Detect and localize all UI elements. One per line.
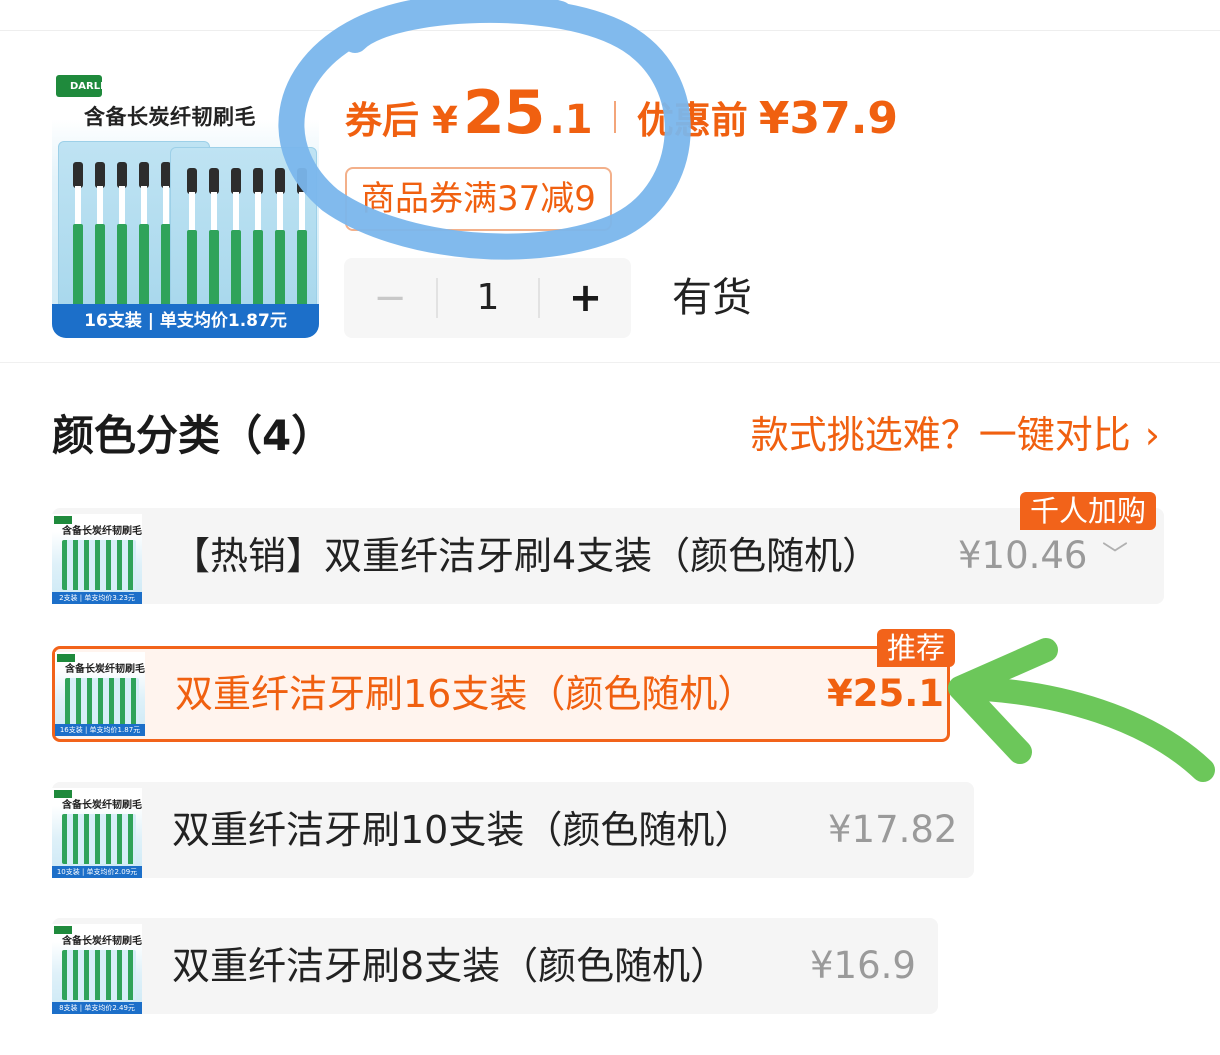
section-divider bbox=[0, 362, 1220, 363]
product-image-caption: 16支装 | 单支均价1.87元 bbox=[52, 304, 319, 338]
thumbnail-caption: 16支装 | 单支均价1.87元 bbox=[55, 724, 145, 736]
before-discount-price: ¥37.9 bbox=[758, 93, 899, 144]
quantity-input[interactable]: 1 bbox=[438, 258, 538, 338]
popular-badge: 千人加购 bbox=[1020, 492, 1157, 530]
thumbnail-headline: 含备长炭纤韧刷毛 bbox=[62, 936, 142, 947]
sku-option-name: 双重纤洁牙刷10支装（颜色随机） bbox=[172, 808, 753, 852]
quantity-minus-button[interactable]: − bbox=[344, 258, 436, 338]
after-coupon-label: 券后 bbox=[345, 99, 419, 142]
sku-option-price: ¥16.9 bbox=[810, 944, 916, 987]
compare-styles-label: 款式挑选难？一键对比 bbox=[750, 413, 1131, 457]
product-main-image[interactable]: DARLIE 好来 含备长炭纤韧刷毛 16支装 | 单支均价1.87元 bbox=[52, 71, 319, 338]
thumbnail-headline: 含备长炭纤韧刷毛 bbox=[62, 526, 142, 537]
thumbnail-caption: 10支装 | 单支均价2.09元 bbox=[52, 866, 142, 878]
coupon-tag[interactable]: 商品券满37减9 bbox=[345, 167, 612, 231]
quantity-stepper: − 1 + bbox=[344, 258, 631, 338]
sku-option-name: 【热销】双重纤洁牙刷4支装（颜色随机） bbox=[172, 534, 881, 578]
sku-selector-panel: DARLIE 好来 含备长炭纤韧刷毛 16支装 | 单支均价1.87元 券后 ¥… bbox=[0, 0, 1220, 1055]
stock-status: 有货 bbox=[672, 275, 752, 321]
top-divider bbox=[0, 30, 1220, 31]
product-image-headline: 含备长炭纤韧刷毛 bbox=[84, 105, 256, 129]
thumbnail-caption: 2支装 | 单支均价3.23元 bbox=[52, 592, 142, 604]
before-discount-label: 优惠前 bbox=[636, 99, 748, 142]
sku-option-name: 双重纤洁牙刷8支装（颜色随机） bbox=[172, 944, 729, 988]
sku-option-16pack[interactable]: 含备长炭纤韧刷毛 16支装 | 单支均价1.87元 双重纤洁牙刷16支装（颜色随… bbox=[52, 629, 956, 742]
toothbrush-icon bbox=[62, 540, 136, 590]
recommended-badge: 推荐 bbox=[877, 629, 956, 667]
compare-styles-link[interactable]: 款式挑选难？一键对比 › bbox=[751, 404, 1160, 459]
sku-option-name: 双重纤洁牙刷16支装（颜色随机） bbox=[175, 672, 756, 716]
after-coupon-price-integer: 25 bbox=[462, 78, 545, 148]
toothbrush-icon bbox=[65, 678, 139, 728]
thumbnail-headline: 含备长炭纤韧刷毛 bbox=[62, 800, 142, 811]
sku-thumbnail: 含备长炭纤韧刷毛 16支装 | 单支均价1.87元 bbox=[55, 652, 145, 736]
chevron-right-icon: › bbox=[1144, 413, 1160, 457]
brand-logo-text: DARLIE 好来 bbox=[70, 81, 135, 92]
toothbrush-icon bbox=[62, 950, 136, 1000]
sku-thumbnail: 含备长炭纤韧刷毛 10支装 | 单支均价2.09元 bbox=[52, 788, 142, 878]
toothbrush-icon bbox=[62, 814, 136, 864]
toothbrush-pack-icon bbox=[170, 147, 317, 321]
currency-symbol: ¥ bbox=[432, 99, 458, 142]
sku-option-price: ¥17.82 bbox=[828, 808, 958, 851]
sku-option-8pack[interactable]: 含备长炭纤韧刷毛 8支装 | 单支均价2.49元 双重纤洁牙刷8支装（颜色随机）… bbox=[52, 918, 938, 1014]
sku-option-4pack[interactable]: 含备长炭纤韧刷毛 2支装 | 单支均价3.23元 【热销】双重纤洁牙刷4支装（颜… bbox=[52, 492, 1164, 604]
price-separator bbox=[613, 101, 616, 133]
thumbnail-caption: 8支装 | 单支均价2.49元 bbox=[52, 1002, 142, 1014]
sku-thumbnail: 含备长炭纤韧刷毛 8支装 | 单支均价2.49元 bbox=[52, 924, 142, 1014]
sku-option-10pack[interactable]: 含备长炭纤韧刷毛 10支装 | 单支均价2.09元 双重纤洁牙刷10支装（颜色随… bbox=[52, 782, 974, 878]
annotation-arrow-icon bbox=[948, 638, 1215, 782]
quantity-plus-button[interactable]: + bbox=[540, 258, 631, 338]
sku-thumbnail: 含备长炭纤韧刷毛 2支装 | 单支均价3.23元 bbox=[52, 514, 142, 604]
price-line: 券后 ¥ 25 .1 优惠前 ¥37.9 bbox=[345, 78, 898, 148]
after-coupon-price-decimal: .1 bbox=[549, 97, 593, 143]
thumbnail-headline: 含备长炭纤韧刷毛 bbox=[65, 664, 145, 675]
color-category-title: 颜色分类（4） bbox=[52, 411, 334, 460]
